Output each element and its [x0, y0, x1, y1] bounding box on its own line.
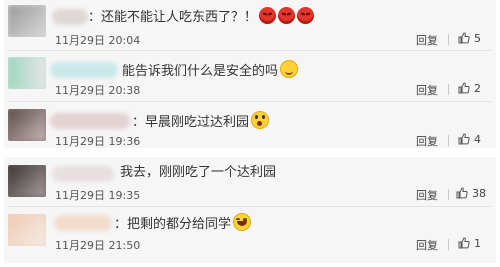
avatar[interactable] — [8, 214, 46, 246]
action-separator — [448, 135, 449, 146]
thumbs-up-icon — [456, 187, 468, 199]
like-button[interactable]: 1 — [458, 237, 481, 250]
reply-button[interactable]: 回复 — [416, 237, 438, 253]
avatar[interactable] — [8, 165, 46, 197]
thumbs-up-icon — [458, 133, 470, 145]
comment-time: 11月29日 19:36 — [55, 135, 141, 148]
username-blurred[interactable] — [54, 215, 112, 231]
divider — [8, 206, 492, 207]
divider — [8, 50, 492, 51]
action-separator — [448, 34, 449, 45]
reply-button[interactable]: 回复 — [416, 82, 438, 98]
shocked-face-icon — [251, 111, 270, 129]
comment-time: 11月29日 21:50 — [55, 239, 141, 252]
smile-face-icon — [280, 60, 299, 78]
action-separator — [448, 239, 449, 250]
username-blurred[interactable] — [52, 9, 88, 25]
username-blurred[interactable] — [52, 166, 114, 182]
comment-time: 11月29日 19:35 — [55, 189, 141, 202]
reply-button[interactable]: 回复 — [416, 133, 438, 149]
action-separator — [448, 84, 449, 95]
comment-time: 11月29日 20:04 — [55, 34, 141, 47]
like-button[interactable]: 5 — [458, 32, 481, 45]
like-button[interactable]: 38 — [456, 187, 486, 200]
divider — [8, 101, 492, 102]
comment-time: 11月29日 20:38 — [55, 84, 141, 97]
avatar[interactable] — [8, 109, 46, 141]
laughing-face-icon — [233, 213, 252, 231]
angry-face-icon — [297, 7, 315, 24]
like-button[interactable]: 2 — [458, 82, 481, 95]
username-blurred[interactable] — [50, 62, 118, 78]
reply-button[interactable]: 回复 — [416, 32, 438, 48]
like-button[interactable]: 4 — [458, 133, 481, 146]
action-separator — [448, 189, 449, 200]
comment-text: 能告诉我们什么是安全的吗 — [122, 60, 299, 81]
avatar[interactable] — [8, 5, 46, 37]
thumbs-up-icon — [458, 82, 470, 94]
comment-text: ：早晨刚吃过达利园 — [132, 111, 270, 132]
username-blurred[interactable] — [50, 113, 130, 129]
avatar[interactable] — [8, 57, 46, 89]
thumbs-up-icon — [458, 32, 470, 44]
angry-face-icon — [259, 7, 277, 24]
thumbs-up-icon — [458, 237, 470, 249]
comment-text: 我去，刚刚吃了一个达利园 — [120, 165, 277, 180]
comment-text: ：把剩的都分给同学 — [114, 213, 252, 234]
reply-button[interactable]: 回复 — [416, 187, 438, 203]
angry-face-icon — [278, 7, 296, 24]
comment-text: ：还能不能让人吃东西了？！ — [88, 7, 315, 27]
